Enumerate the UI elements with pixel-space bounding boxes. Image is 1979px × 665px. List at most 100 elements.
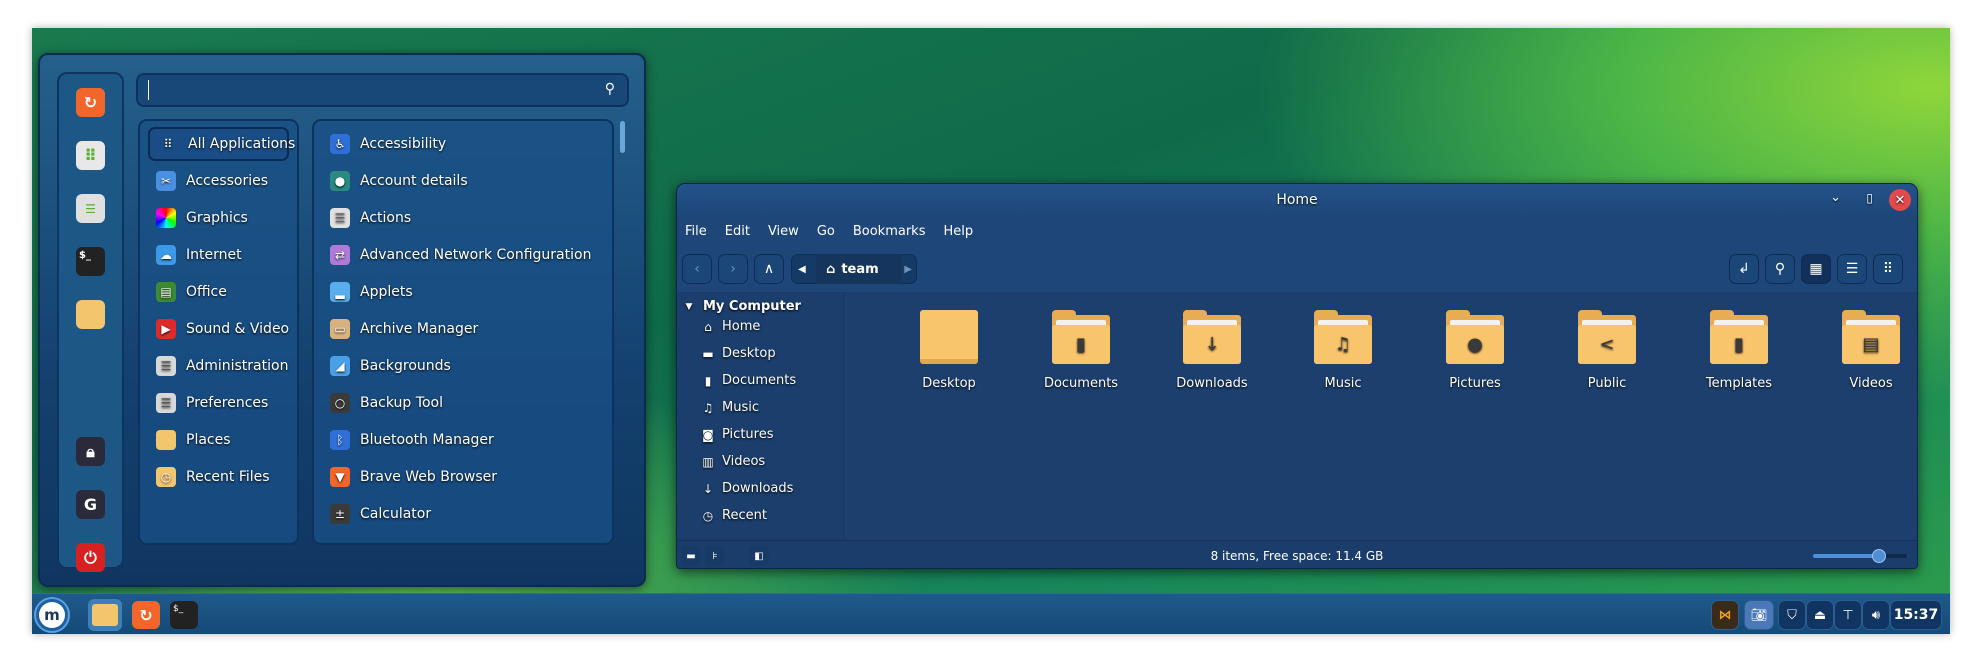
search-field[interactable] xyxy=(148,80,588,100)
menu-go[interactable]: Go xyxy=(817,224,835,239)
terminal-icon[interactable]: $_ xyxy=(76,247,105,276)
app-label: Backgrounds xyxy=(360,358,451,374)
download-icon: ↓ xyxy=(702,481,714,496)
list-view-button[interactable]: ☰ xyxy=(1837,254,1867,284)
category-all-applications[interactable]: ⠿ All Applications xyxy=(148,127,295,161)
breadcrumb-right-icon[interactable]: ▶ xyxy=(904,264,912,275)
search-input[interactable]: ⚲ xyxy=(136,73,629,107)
graphics-icon xyxy=(156,208,176,228)
recent-folder-icon: ◷ xyxy=(156,467,176,487)
sidebar-item-videos[interactable]: ▥ Videos xyxy=(702,451,765,472)
removable-drives-icon[interactable]: ⏏ xyxy=(1806,600,1834,630)
mint-menu-button[interactable]: m xyxy=(34,597,70,633)
close-button[interactable]: ✕ xyxy=(1889,189,1911,211)
xapp-status-icon[interactable]: ⋈ xyxy=(1711,600,1739,630)
taskbar-firefox-button[interactable]: ↻ xyxy=(132,601,160,629)
clock-icon: ◷ xyxy=(702,508,714,523)
favorites-bar: ↻ ⠿ ☰ $_ 🔒︎ G ⏻ xyxy=(57,72,124,572)
app-advanced-network-configuration[interactable]: ⇄ Advanced Network Configuration xyxy=(322,238,591,272)
network-icon[interactable]: ⊤ xyxy=(1834,600,1862,630)
category-sound-video[interactable]: ▶ Sound & Video xyxy=(148,312,289,346)
app-applets[interactable]: ▂ Applets xyxy=(322,275,413,309)
app-actions[interactable]: ☰ Actions xyxy=(322,201,411,235)
folder-pictures[interactable]: ● Pictures xyxy=(1420,310,1530,391)
folder-videos[interactable]: ▤ Videos xyxy=(1816,310,1917,391)
menu-edit[interactable]: Edit xyxy=(725,224,750,239)
category-accessories[interactable]: ✂ Accessories xyxy=(148,164,289,198)
categories-panel: ⠿ All Applications ✂ Accessories Graphics ☁ In… xyxy=(138,119,299,545)
sidebar-header-my-computer[interactable]: ▼ My Computer xyxy=(683,296,801,317)
app-label: Calculator xyxy=(360,506,432,522)
toggle-location-button[interactable]: ↲ xyxy=(1729,254,1759,284)
clock[interactable]: 15:37 xyxy=(1890,600,1942,630)
app-account-details[interactable]: ● Account details xyxy=(322,164,468,198)
scrollbar[interactable] xyxy=(620,121,625,153)
menu-file[interactable]: File xyxy=(685,224,707,239)
breadcrumb-left-icon[interactable]: ◀ xyxy=(798,264,806,275)
status-text: 8 items, Free space: 11.4 GB xyxy=(1210,549,1384,563)
logout-icon[interactable]: G xyxy=(76,490,105,519)
lock-icon[interactable]: 🔒︎ xyxy=(76,437,105,466)
taskbar-terminal-button[interactable]: $_ xyxy=(170,601,198,629)
shield-icon[interactable]: ⛉ xyxy=(1778,600,1806,630)
app-backup-tool[interactable]: ○ Backup Tool xyxy=(322,386,443,420)
menu-view[interactable]: View xyxy=(768,224,799,239)
search-button[interactable]: ⚲ xyxy=(1765,254,1795,284)
up-button[interactable]: ∧ xyxy=(754,254,784,284)
category-recent-files[interactable]: ◷ Recent Files xyxy=(148,460,289,494)
sidebar-item-recent[interactable]: ◷ Recent xyxy=(702,505,767,526)
volume-icon[interactable]: 🔊︎ xyxy=(1862,600,1890,630)
maximize-button[interactable]: ▯ xyxy=(1866,191,1873,205)
folder-public[interactable]: < Public xyxy=(1552,310,1662,391)
sidebar-item-downloads[interactable]: ↓ Downloads xyxy=(702,478,793,499)
settings-toggle-icon[interactable]: ☰ xyxy=(76,194,105,223)
category-graphics[interactable]: Graphics xyxy=(148,201,289,235)
firefox-icon[interactable]: ↻ xyxy=(76,88,105,117)
sidebar-item-home[interactable]: ⌂ Home xyxy=(702,316,760,337)
app-accessibility[interactable]: ♿︎ Accessibility xyxy=(322,127,446,161)
forward-button[interactable]: › xyxy=(718,254,748,284)
menu-bookmarks[interactable]: Bookmarks xyxy=(853,224,926,239)
software-manager-icon[interactable]: ⠿ xyxy=(76,141,105,170)
icon-view-button[interactable]: ▦ xyxy=(1801,254,1831,284)
menu-help[interactable]: Help xyxy=(943,224,973,239)
folder-music[interactable]: ♫ Music xyxy=(1288,310,1398,391)
minimize-button[interactable]: ⌄ xyxy=(1830,190,1841,205)
sidebar-item-label: Music xyxy=(722,400,759,415)
category-administration[interactable]: ☰ Administration xyxy=(148,349,289,383)
category-office[interactable]: ▤ Office xyxy=(148,275,289,309)
taskbar: m ↻ $_ ⋈ 📷︎ ⛉ ⏏ ⊤ 🔊︎ 15:37 xyxy=(32,593,1950,634)
sidebar-item-pictures[interactable]: ◙ Pictures xyxy=(702,424,773,445)
folder-desktop[interactable]: Desktop xyxy=(894,310,1004,391)
category-preferences[interactable]: ☰ Preferences xyxy=(148,386,289,420)
folder-icon[interactable] xyxy=(76,300,105,329)
zoom-slider[interactable] xyxy=(1813,549,1907,563)
app-brave-web-browser[interactable]: ▼ Brave Web Browser xyxy=(322,460,497,494)
folder-downloads[interactable]: ↓ Downloads xyxy=(1157,310,1267,391)
camera-icon: ◙ xyxy=(702,427,714,442)
folder-documents[interactable]: ▮ Documents xyxy=(1026,310,1136,391)
compact-view-button[interactable]: ⠿ xyxy=(1873,254,1903,284)
app-bluetooth-manager[interactable]: ᛒ Bluetooth Manager xyxy=(322,423,494,457)
sidebar-item-desktop[interactable]: ▬ Desktop xyxy=(702,343,775,364)
power-icon[interactable]: ⏻ xyxy=(76,543,105,572)
folder-templates[interactable]: ▮ Templates xyxy=(1684,310,1794,391)
accessibility-icon: ♿︎ xyxy=(330,134,350,154)
sidebar-item-documents[interactable]: ▮ Documents xyxy=(702,370,796,391)
taskbar-files-button[interactable] xyxy=(88,599,122,631)
breadcrumb-home-button[interactable]: ⌂ team xyxy=(816,254,902,284)
film-icon: ▥ xyxy=(702,454,714,469)
screenshot-icon[interactable]: 📷︎ xyxy=(1744,600,1774,630)
category-label: All Applications xyxy=(188,136,296,152)
app-archive-manager[interactable]: ▭ Archive Manager xyxy=(322,312,478,346)
back-button[interactable]: ‹ xyxy=(682,254,712,284)
sidebar-item-music[interactable]: ♫ Music xyxy=(702,397,759,418)
category-places[interactable]: Places xyxy=(148,423,289,457)
category-internet[interactable]: ☁ Internet xyxy=(148,238,289,272)
app-calculator[interactable]: ± Calculator xyxy=(322,497,431,531)
app-backgrounds[interactable]: ◢ Backgrounds xyxy=(322,349,451,383)
app-label: Actions xyxy=(360,210,412,226)
app-label: Applets xyxy=(360,284,413,300)
zoom-slider-handle[interactable] xyxy=(1871,549,1886,563)
folder-label: Public xyxy=(1587,376,1627,391)
